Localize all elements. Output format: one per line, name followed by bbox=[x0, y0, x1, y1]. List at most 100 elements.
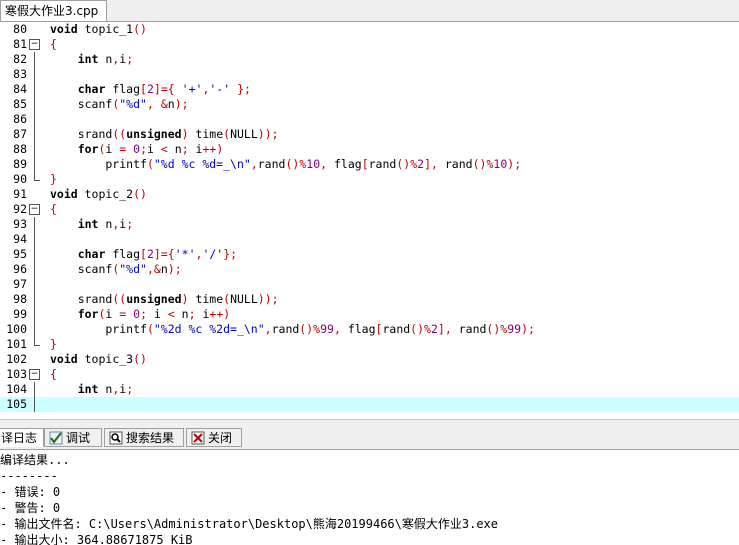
code-line[interactable]: 87 srand((unsigned) time(NULL)); bbox=[0, 127, 739, 142]
line-number: 94 bbox=[13, 232, 27, 246]
code-text: int n,i; bbox=[77, 217, 134, 231]
code-line[interactable]: 104 int n,i; bbox=[0, 382, 739, 397]
fold-guide-line bbox=[34, 382, 35, 397]
code-text: int n,i; bbox=[77, 52, 134, 66]
line-number: 101 bbox=[6, 337, 27, 351]
line-number: 89 bbox=[13, 157, 27, 171]
fold-guide-line bbox=[34, 292, 35, 307]
code-line[interactable]: 84 char flag[2]={ '+','-' }; bbox=[0, 82, 739, 97]
code-text: printf("%2d %c %2d=_\n",rand()%99, flag[… bbox=[50, 322, 535, 336]
line-number: 99 bbox=[13, 307, 27, 321]
code-text: srand((unsigned) time(NULL)); bbox=[50, 292, 279, 306]
code-line[interactable]: 96 scanf("%d",&n); bbox=[0, 262, 739, 277]
code-line[interactable]: 86 bbox=[0, 112, 739, 127]
code-line[interactable]: 101} bbox=[0, 337, 739, 352]
line-number: 105 bbox=[6, 397, 27, 411]
code-text: scanf("%d",&n); bbox=[50, 262, 182, 276]
line-number: 82 bbox=[13, 52, 27, 66]
fold-toggle-icon[interactable]: − bbox=[29, 369, 40, 380]
code-text: void topic_1() bbox=[50, 22, 147, 36]
code-line[interactable]: 100 printf("%2d %c %2d=_\n",rand()%99, f… bbox=[0, 322, 739, 337]
fold-guide-line bbox=[34, 82, 35, 97]
code-line[interactable]: 94 bbox=[0, 232, 739, 247]
file-tab[interactable]: 寒假大作业3.cpp bbox=[0, 0, 108, 21]
bottom-panel-tabs: 译日志 调试 搜索结果 关闭 bbox=[0, 427, 739, 450]
close-icon bbox=[191, 431, 205, 445]
output-line: - 输出大小: 364.88671875 KiB bbox=[0, 533, 193, 545]
tab-debug-label: 调试 bbox=[66, 431, 91, 445]
code-line[interactable]: 80 void topic_1() bbox=[0, 22, 739, 37]
tab-close[interactable]: 关闭 bbox=[186, 428, 242, 447]
search-results-icon bbox=[109, 431, 123, 445]
line-number: 95 bbox=[13, 247, 27, 261]
code-line[interactable]: 88 for(i = 0;i < n; i++) bbox=[0, 142, 739, 157]
code-line[interactable]: 95 char flag[2]={'*','/'}; bbox=[0, 247, 739, 262]
code-line[interactable]: 85 scanf("%d", &n); bbox=[0, 97, 739, 112]
line-number: 91 bbox=[13, 187, 27, 201]
tab-compile-log[interactable]: 译日志 bbox=[0, 428, 44, 447]
line-number: 86 bbox=[13, 112, 27, 126]
line-number: 85 bbox=[13, 97, 27, 111]
fold-guide-line bbox=[34, 262, 35, 277]
output-line: - 警告: 0 bbox=[0, 501, 61, 515]
code-line[interactable]: 92−{ bbox=[0, 202, 739, 217]
fold-guide-line bbox=[34, 277, 35, 292]
code-text: { bbox=[50, 37, 57, 51]
debug-check-icon bbox=[49, 431, 63, 445]
tab-compile-log-label: 译日志 bbox=[1, 431, 38, 445]
line-number: 103 bbox=[6, 367, 27, 381]
tab-debug[interactable]: 调试 bbox=[44, 428, 102, 447]
code-editor[interactable]: 80 void topic_1() 81−{82 int n,i; 83 84 char… bbox=[0, 22, 739, 419]
compile-output-panel[interactable]: 编译结果... -------- - 错误: 0 - 警告: 0 - 输出文件名: C:… bbox=[0, 450, 739, 545]
tab-search-results[interactable]: 搜索结果 bbox=[104, 428, 184, 447]
tab-close-label: 关闭 bbox=[208, 431, 233, 445]
code-line[interactable]: 105 bbox=[0, 397, 739, 412]
code-text: void topic_3() bbox=[50, 352, 147, 366]
code-line[interactable]: 89 printf("%d %c %d=_\n",rand()%10, flag… bbox=[0, 157, 739, 172]
code-line[interactable]: 82 int n,i; bbox=[0, 52, 739, 67]
code-line[interactable]: 93 int n,i; bbox=[0, 217, 739, 232]
fold-guide-line bbox=[34, 157, 35, 172]
output-line: 编译结果... bbox=[0, 453, 70, 467]
code-text: srand((unsigned) time(NULL)); bbox=[50, 127, 279, 141]
code-line[interactable]: 98 srand((unsigned) time(NULL)); bbox=[0, 292, 739, 307]
code-line[interactable]: 102 void topic_3() bbox=[0, 352, 739, 367]
fold-end-marker bbox=[34, 337, 40, 346]
code-line[interactable]: 103−{ bbox=[0, 367, 739, 382]
code-line[interactable]: 97 bbox=[0, 277, 739, 292]
code-text: { bbox=[50, 202, 57, 216]
code-text: for(i = 0;i < n; i++) bbox=[77, 142, 224, 156]
line-number: 102 bbox=[6, 352, 27, 366]
code-line[interactable]: 83 bbox=[0, 67, 739, 82]
code-line[interactable]: 99 for(i = 0; i < n; i++) bbox=[0, 307, 739, 322]
output-line: - 输出文件名: C:\Users\Administrator\Desktop\… bbox=[0, 517, 499, 531]
fold-end-marker bbox=[34, 172, 40, 181]
code-text: char flag[2]={'*','/'}; bbox=[77, 247, 238, 261]
code-text: void topic_2() bbox=[50, 187, 147, 201]
line-number: 83 bbox=[13, 67, 27, 81]
editor-tab-bar: 寒假大作业3.cpp bbox=[0, 0, 739, 22]
fold-guide-line bbox=[34, 142, 35, 157]
line-number: 93 bbox=[13, 217, 27, 231]
fold-toggle-icon[interactable]: − bbox=[29, 204, 40, 215]
line-number: 96 bbox=[13, 262, 27, 276]
fold-guide-line bbox=[34, 247, 35, 262]
code-line[interactable]: 81−{ bbox=[0, 37, 739, 52]
code-text: int n,i; bbox=[77, 382, 134, 396]
code-text: } bbox=[50, 337, 57, 351]
line-number: 92 bbox=[13, 202, 27, 216]
fold-guide-line bbox=[34, 52, 35, 67]
fold-toggle-icon[interactable]: − bbox=[29, 39, 40, 50]
tab-search-results-label: 搜索结果 bbox=[126, 431, 175, 445]
line-number: 84 bbox=[13, 82, 27, 96]
line-number: 90 bbox=[13, 172, 27, 186]
line-number: 98 bbox=[13, 292, 27, 306]
fold-guide-line bbox=[34, 112, 35, 127]
output-line: -------- bbox=[0, 469, 58, 483]
line-number: 104 bbox=[6, 382, 27, 396]
code-line[interactable]: 91 void topic_2() bbox=[0, 187, 739, 202]
fold-guide-line bbox=[34, 217, 35, 232]
line-number: 88 bbox=[13, 142, 27, 156]
code-line[interactable]: 90} bbox=[0, 172, 739, 187]
line-number: 87 bbox=[13, 127, 27, 141]
